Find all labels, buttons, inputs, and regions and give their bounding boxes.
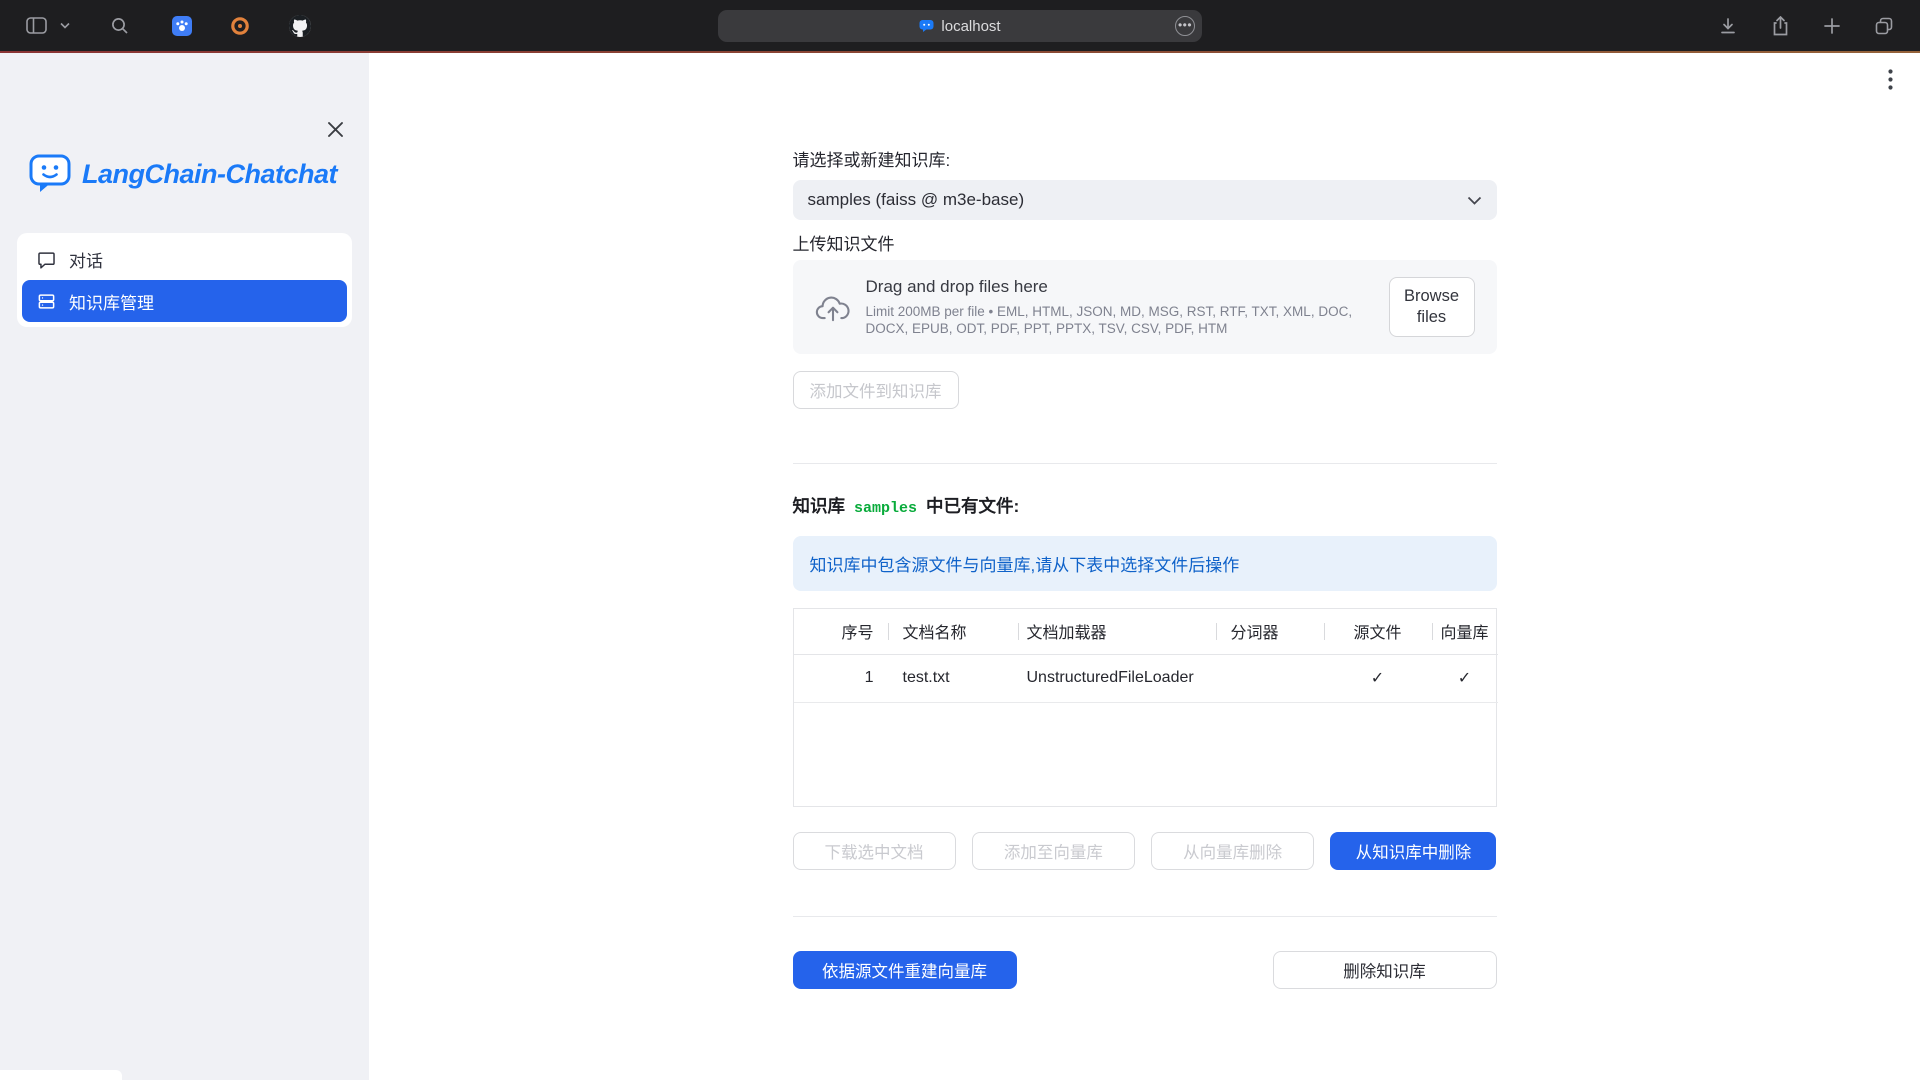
section-divider-bottom: [793, 916, 1497, 917]
close-icon: [327, 121, 344, 138]
tab-group-chevron-icon[interactable]: [58, 12, 72, 40]
sidebar-menu: 对话 知识库管理: [17, 233, 352, 327]
cell-index: 1: [794, 654, 888, 702]
main-content: 请选择或新建知识库: samples (faiss @ m3e-base) 上传…: [369, 53, 1920, 1080]
menu-item-label: 知识库管理: [69, 289, 154, 314]
header-doc-name: 文档名称: [888, 609, 1018, 654]
header-vector-store: 向量库: [1432, 609, 1498, 654]
header-index: 序号: [794, 609, 888, 654]
downloads-icon[interactable]: [1714, 12, 1742, 40]
chat-bubble-icon: [37, 250, 56, 269]
github-extension-icon[interactable]: [286, 12, 314, 40]
kb-files-table: 序号 文档名称 文档加载器 分词器 源文件 向量库 1 test.txt Uns: [793, 608, 1497, 807]
menu-item-label: 对话: [69, 247, 103, 272]
heading-prefix: 知识库: [793, 493, 846, 518]
table-header-row: 序号 文档名称 文档加载器 分词器 源文件 向量库: [794, 609, 1498, 654]
kb-select-label: 请选择或新建知识库:: [793, 152, 1497, 169]
browser-toolbar: localhost •••: [0, 0, 1920, 51]
download-selected-button[interactable]: 下载选中文档: [793, 832, 956, 870]
table-empty-area: [794, 702, 1498, 806]
search-icon[interactable]: [106, 12, 134, 40]
logo-text: LangChain-Chatchat: [82, 159, 337, 190]
sidebar: LangChain-Chatchat 对话 知识库管理: [0, 53, 369, 1080]
share-icon[interactable]: [1766, 12, 1794, 40]
sidebar-toggle-icon[interactable]: [22, 12, 50, 40]
add-to-vector-button[interactable]: 添加至向量库: [972, 832, 1135, 870]
cell-source-check: ✓: [1324, 654, 1432, 702]
sidebar-close-button[interactable]: [321, 115, 349, 143]
menu-item-chat[interactable]: 对话: [22, 238, 347, 280]
delete-from-vector-button[interactable]: 从向量库删除: [1151, 832, 1314, 870]
vertical-dots-icon: [1888, 69, 1893, 90]
tab-overview-icon[interactable]: [1870, 12, 1898, 40]
header-source-file: 源文件: [1324, 609, 1432, 654]
extension-orange-icon[interactable]: [226, 12, 254, 40]
heading-suffix: 中已有文件:: [926, 493, 1019, 518]
table-row[interactable]: 1 test.txt UnstructuredFileLoader ✓ ✓: [794, 654, 1498, 702]
selected-kb-value: samples (faiss @ m3e-base): [808, 190, 1025, 210]
browse-files-button[interactable]: Browse files: [1389, 277, 1475, 337]
address-bar[interactable]: localhost •••: [718, 10, 1202, 42]
header-splitter: 分词器: [1216, 609, 1324, 654]
address-url: localhost: [941, 18, 1000, 35]
kb-stack-icon: [37, 292, 56, 311]
section-divider: [793, 463, 1497, 464]
cell-vector-check: ✓: [1432, 654, 1498, 702]
site-favicon: [919, 19, 934, 33]
kb-files-heading: 知识库 samples 中已有文件:: [793, 493, 1497, 518]
header-loader: 文档加载器: [1018, 609, 1216, 654]
app-logo: LangChain-Chatchat: [28, 153, 369, 195]
cell-splitter: [1216, 654, 1324, 702]
add-files-button[interactable]: 添加文件到知识库: [793, 371, 959, 409]
new-tab-icon[interactable]: [1818, 12, 1846, 40]
delete-kb-button[interactable]: 删除知识库: [1273, 951, 1497, 989]
menu-item-kb-management[interactable]: 知识库管理: [22, 280, 347, 322]
cell-doc-name: test.txt: [888, 654, 1018, 702]
app-menu-button[interactable]: [1876, 65, 1904, 93]
kb-selectbox[interactable]: samples (faiss @ m3e-base): [793, 180, 1497, 220]
cell-loader: UnstructuredFileLoader: [1018, 654, 1216, 702]
upload-section-label: 上传知识文件: [793, 236, 1497, 253]
file-uploader-dropzone[interactable]: Drag and drop files here Limit 200MB per…: [793, 260, 1497, 354]
kb-name-code: samples: [854, 500, 917, 517]
page-menu-icon[interactable]: •••: [1175, 16, 1195, 36]
uploader-drag-text: Drag and drop files here: [866, 277, 1374, 297]
rebuild-vector-button[interactable]: 依据源文件重建向量库: [793, 951, 1017, 989]
extension-blue-icon[interactable]: [168, 12, 196, 40]
chevron-down-icon: [1467, 196, 1482, 205]
cloud-upload-icon: [815, 291, 851, 323]
delete-from-kb-button[interactable]: 从知识库中删除: [1330, 832, 1496, 870]
logo-bubble-icon: [28, 153, 72, 195]
uploader-limit-text: Limit 200MB per file • EML, HTML, JSON, …: [866, 303, 1374, 337]
status-bar-stub: [0, 1070, 122, 1080]
info-banner: 知识库中包含源文件与向量库,请从下表中选择文件后操作: [793, 536, 1497, 591]
